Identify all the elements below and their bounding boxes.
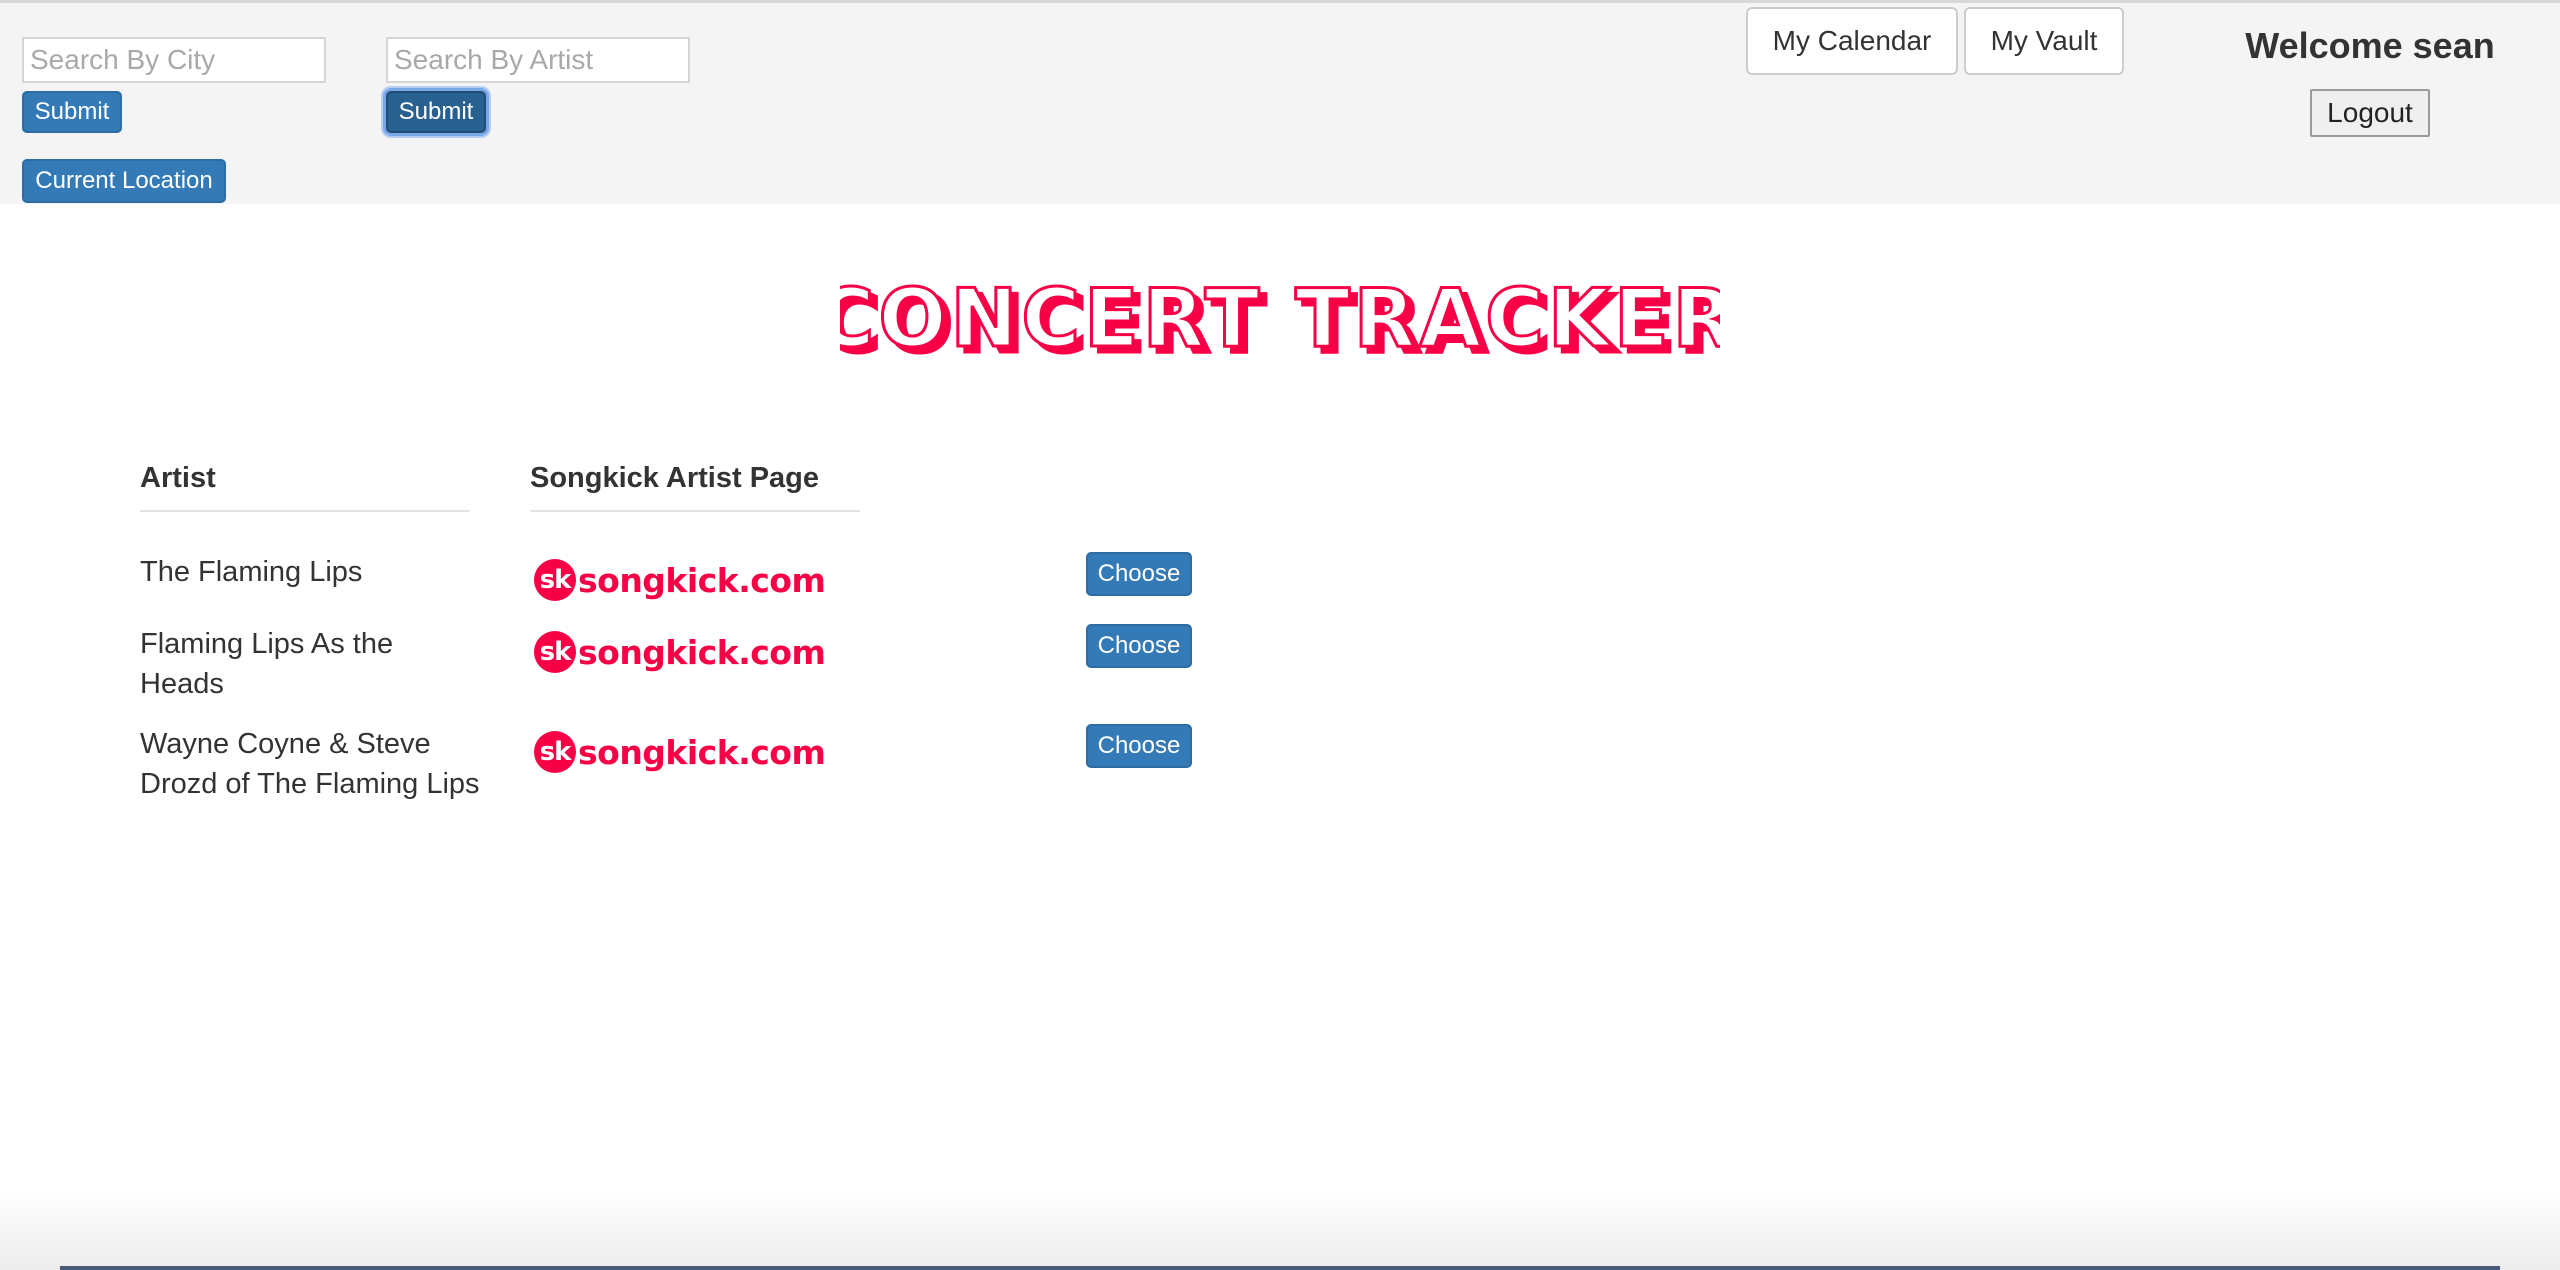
city-submit-button[interactable]: Submit <box>22 91 122 133</box>
songkick-logo-icon: sk <box>534 731 576 773</box>
songkick-link-text: songkick.com <box>578 632 826 672</box>
artist-name: The Flaming Lips <box>140 556 363 588</box>
songkick-link[interactable]: sk songkick.com <box>534 731 826 773</box>
songkick-link[interactable]: sk songkick.com <box>534 631 826 673</box>
bottom-edge <box>60 1266 2500 1270</box>
artist-column-header: Artist <box>140 462 470 512</box>
songkick-link-text: songkick.com <box>578 560 826 600</box>
city-search-input[interactable] <box>22 37 326 83</box>
choose-button[interactable]: Choose <box>1086 624 1192 668</box>
current-location-button[interactable]: Current Location <box>22 159 226 203</box>
header-bar: Submit Submit Current Location My Calend… <box>0 3 2560 204</box>
logo-graphic: CONCERT TRACKER CONCERT TRACKER <box>814 271 1743 373</box>
choose-button[interactable]: Choose <box>1086 724 1192 768</box>
artist-name: Flaming Lips As the Heads <box>140 628 394 700</box>
my-calendar-button[interactable]: My Calendar <box>1746 7 1958 75</box>
songkick-logo-icon: sk <box>534 631 576 673</box>
songkick-column-header: Songkick Artist Page <box>530 462 860 512</box>
my-vault-button[interactable]: My Vault <box>1964 7 2124 75</box>
bottom-shadow <box>0 1190 2560 1270</box>
artist-search-input[interactable] <box>386 37 690 83</box>
concert-tracker-logo: CONCERT TRACKER CONCERT TRACKER <box>814 270 1743 380</box>
songkick-logo-icon: sk <box>534 559 576 601</box>
artist-name: Wayne Coyne & Steve Drozd of The Flaming… <box>140 728 480 800</box>
logo-text: CONCERT TRACKER <box>840 272 1720 365</box>
artist-submit-button[interactable]: Submit <box>386 91 486 133</box>
songkick-link[interactable]: sk songkick.com <box>534 559 826 601</box>
logout-button[interactable]: Logout <box>2310 89 2430 137</box>
welcome-message: Welcome sean <box>2245 25 2495 66</box>
songkick-link-text: songkick.com <box>578 732 826 772</box>
choose-button[interactable]: Choose <box>1086 552 1192 596</box>
